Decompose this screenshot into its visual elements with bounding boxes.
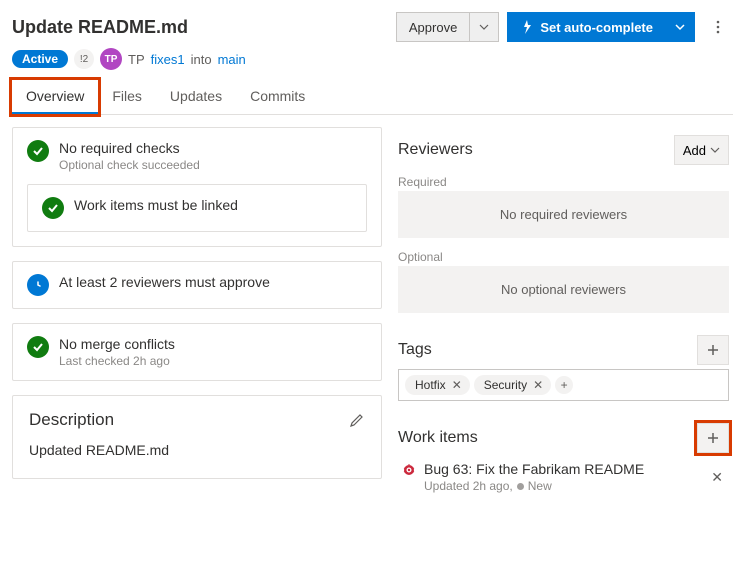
check-ok-icon <box>27 140 49 162</box>
approve-group: Approve <box>396 12 499 42</box>
check-ok-icon <box>27 336 49 358</box>
plus-icon <box>706 343 720 357</box>
plus-icon <box>706 431 720 445</box>
description-body: Updated README.md <box>29 442 365 458</box>
author-avatar[interactable]: TP <box>100 48 122 70</box>
bug-icon <box>402 463 416 477</box>
check-ok-icon <box>42 197 64 219</box>
author-code: TP <box>128 52 145 67</box>
work-items-section: Work items Bug 63: Fix the Fabrikam READ… <box>398 415 729 493</box>
tags-heading: Tags <box>398 341 697 359</box>
remove-work-item-button[interactable]: ✕ <box>711 461 729 486</box>
remove-tag-button[interactable]: ✕ <box>531 378 545 392</box>
inline-add-tag-button[interactable]: + <box>555 376 573 394</box>
kebab-icon <box>711 20 725 34</box>
target-branch-link[interactable]: main <box>218 52 246 67</box>
description-heading: Description <box>29 410 349 430</box>
chevron-down-icon <box>479 22 489 32</box>
tab-updates[interactable]: Updates <box>156 80 236 114</box>
chevron-down-icon <box>710 145 720 155</box>
work-item-updated: Updated 2h ago, <box>424 479 513 493</box>
work-item-row[interactable]: Bug 63: Fix the Fabrikam README Updated … <box>398 457 729 493</box>
chevron-down-icon <box>675 22 685 32</box>
into-label: into <box>191 52 212 67</box>
auto-complete-caret[interactable] <box>665 12 695 42</box>
set-auto-complete-button[interactable]: Set auto-complete <box>507 12 665 42</box>
description-card: Description Updated README.md <box>12 395 382 479</box>
tabs: Overview Files Updates Commits <box>12 80 733 115</box>
checks-card: No required checks Optional check succee… <box>12 127 382 247</box>
autocomplete-group: Set auto-complete <box>507 12 695 42</box>
tab-overview[interactable]: Overview <box>12 80 98 114</box>
auto-complete-icon <box>520 20 534 34</box>
page-title: Update README.md <box>12 17 388 38</box>
approve-caret[interactable] <box>469 12 499 42</box>
reviewers-heading: Reviewers <box>398 141 674 159</box>
add-tag-button[interactable] <box>697 335 729 365</box>
tags-section: Tags Hotfix ✕ Security ✕ + <box>398 327 729 401</box>
work-items-check: Work items must be linked <box>74 197 238 213</box>
add-reviewer-button[interactable]: Add <box>674 135 729 165</box>
tag-input-row[interactable]: Hotfix ✕ Security ✕ + <box>398 369 729 401</box>
merge-check-sub: Last checked 2h ago <box>59 354 175 368</box>
checks-summary-title: No required checks <box>59 140 200 156</box>
work-items-heading: Work items <box>398 429 697 447</box>
source-branch-link[interactable]: fixes1 <box>151 52 185 67</box>
iteration-badge[interactable]: !2 <box>74 49 94 69</box>
optional-label: Optional <box>398 238 729 266</box>
optional-reviewers-placeholder: No optional reviewers <box>398 266 729 313</box>
tag-chip: Security ✕ <box>474 375 551 395</box>
merge-check-card: No merge conflicts Last checked 2h ago <box>12 323 382 381</box>
reviewers-check-title: At least 2 reviewers must approve <box>59 274 270 290</box>
work-item-title: Bug 63: Fix the Fabrikam README <box>424 461 644 477</box>
status-badge: Active <box>12 50 68 68</box>
pencil-icon <box>349 412 365 428</box>
reviewers-check-card: At least 2 reviewers must approve <box>12 261 382 309</box>
approve-button[interactable]: Approve <box>396 12 469 42</box>
pr-meta: Active !2 TP TP fixes1 into main <box>12 48 733 80</box>
checks-summary-sub: Optional check succeeded <box>59 158 200 172</box>
remove-tag-button[interactable]: ✕ <box>450 378 464 392</box>
more-actions-button[interactable] <box>703 12 733 42</box>
required-reviewers-placeholder: No required reviewers <box>398 191 729 238</box>
tag-chip: Hotfix ✕ <box>405 375 470 395</box>
tab-files[interactable]: Files <box>98 80 156 114</box>
tab-commits[interactable]: Commits <box>236 80 319 114</box>
work-item-state: New <box>528 479 552 493</box>
merge-check-title: No merge conflicts <box>59 336 175 352</box>
reviewers-section: Reviewers Add Required No required revie… <box>398 127 729 313</box>
edit-description-button[interactable] <box>349 412 365 428</box>
clock-icon <box>27 274 49 296</box>
required-label: Required <box>398 169 729 191</box>
add-work-item-button[interactable] <box>697 423 729 453</box>
state-dot-icon <box>517 483 524 490</box>
